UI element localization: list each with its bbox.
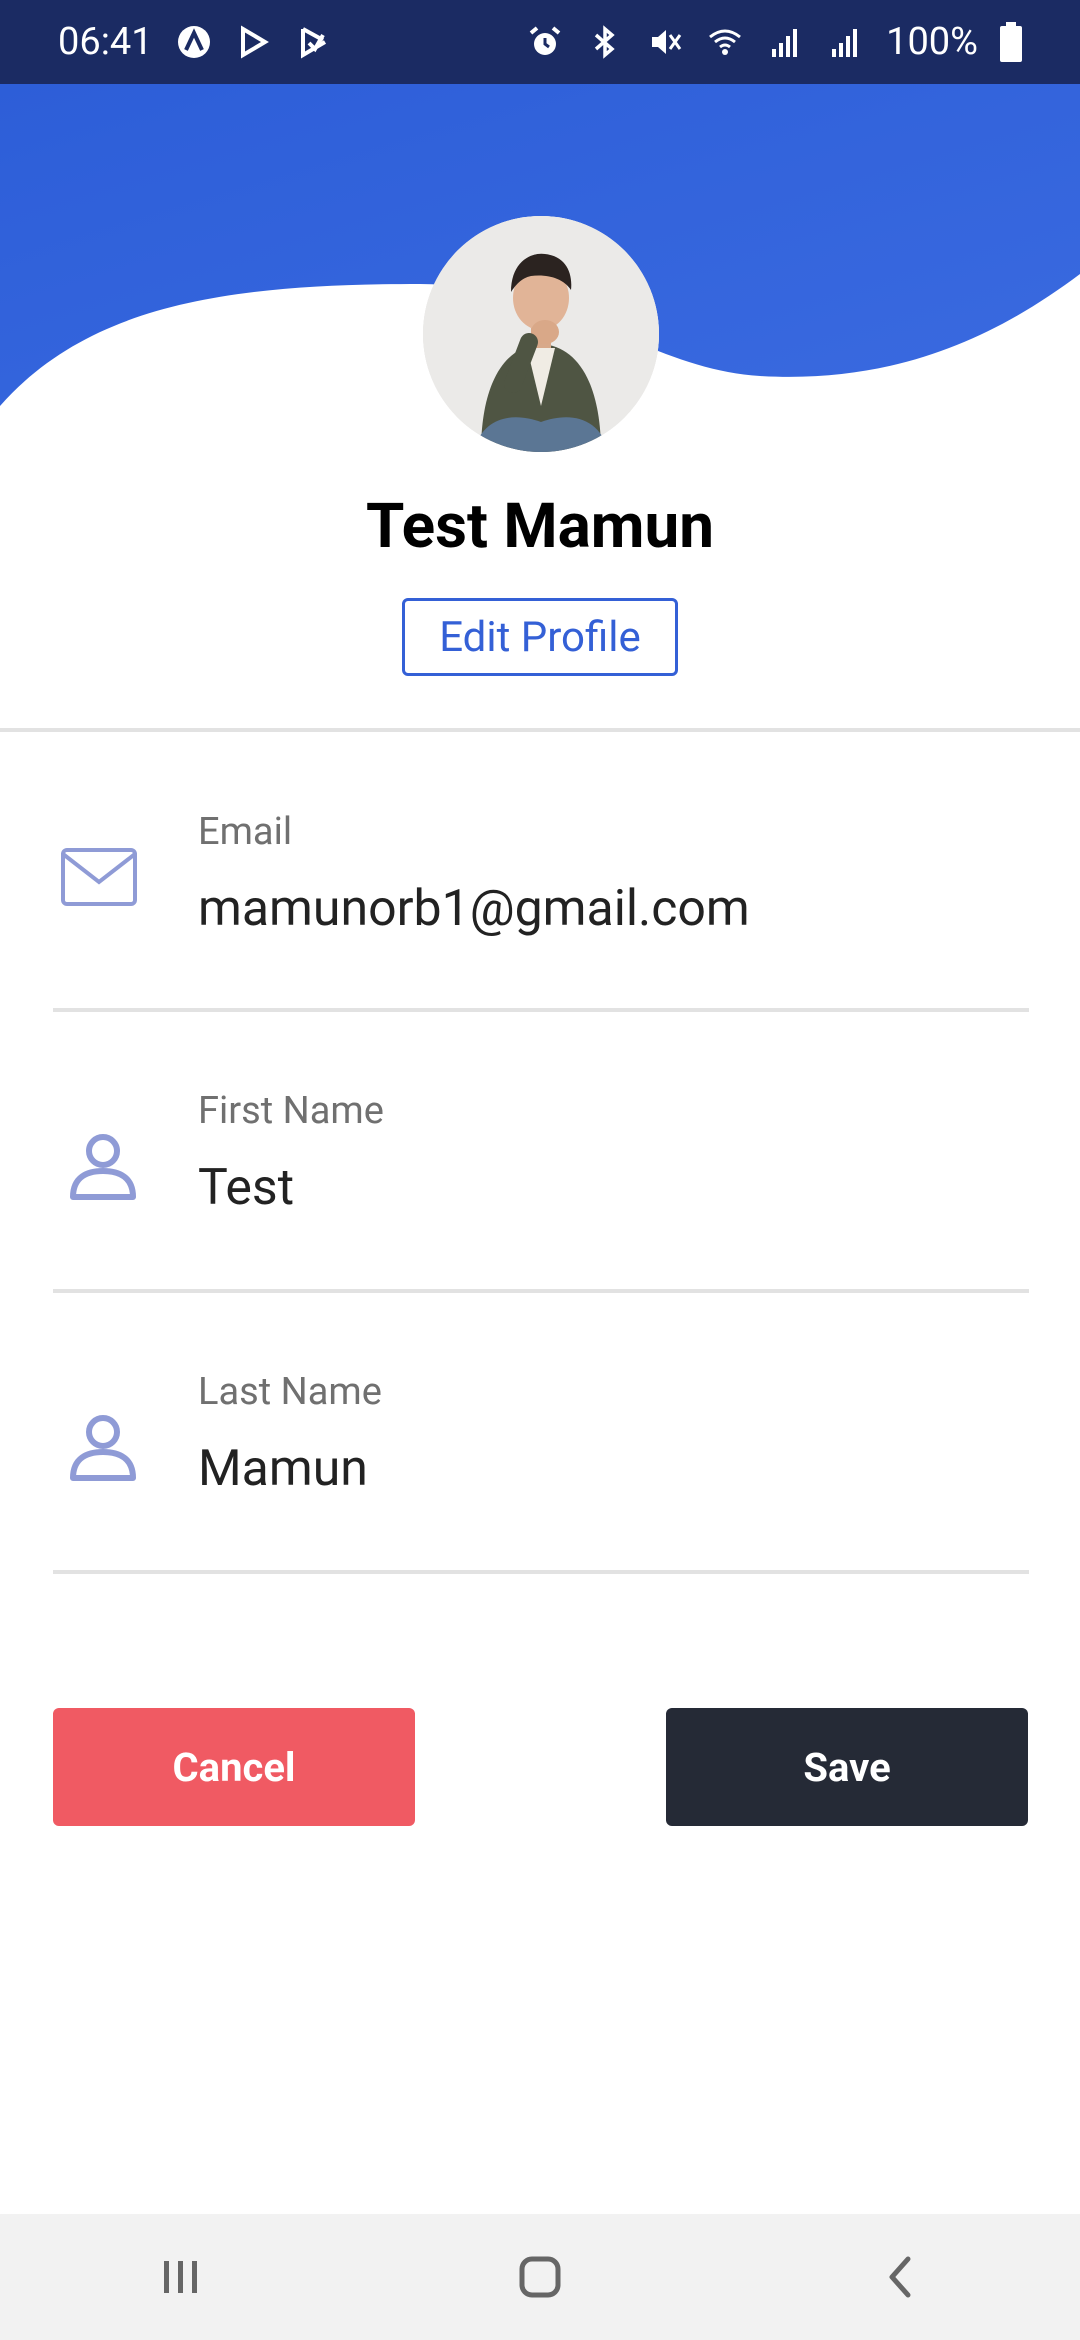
mute-icon bbox=[646, 23, 684, 61]
first-name-row[interactable]: First Name Test bbox=[53, 1051, 1029, 1301]
save-button[interactable]: Save bbox=[666, 1708, 1028, 1826]
field-divider bbox=[53, 1570, 1029, 1574]
home-button[interactable] bbox=[505, 2242, 575, 2312]
last-name-label: Last Name bbox=[198, 1370, 382, 1414]
person-icon bbox=[53, 1394, 153, 1494]
field-divider bbox=[53, 1008, 1029, 1012]
mail-icon bbox=[53, 828, 153, 928]
email-row[interactable]: Email mamunorb1@gmail.com bbox=[53, 770, 1029, 1020]
play-store-icon bbox=[235, 23, 273, 61]
profile-avatar[interactable] bbox=[423, 216, 659, 452]
status-right: 100% bbox=[526, 20, 1022, 64]
recent-apps-button[interactable] bbox=[145, 2242, 215, 2312]
back-button[interactable] bbox=[865, 2242, 935, 2312]
system-nav-bar bbox=[0, 2214, 1080, 2340]
edit-profile-button[interactable]: Edit Profile bbox=[402, 598, 678, 676]
cancel-button[interactable]: Cancel bbox=[53, 1708, 415, 1826]
battery-percent: 100% bbox=[886, 20, 978, 64]
alarm-icon bbox=[526, 23, 564, 61]
status-time: 06:41 bbox=[58, 20, 153, 64]
section-divider bbox=[0, 728, 1080, 732]
profile-name: Test Mamun bbox=[366, 490, 714, 563]
email-label: Email bbox=[198, 810, 293, 854]
battery-icon bbox=[1000, 22, 1022, 62]
last-name-value: Mamun bbox=[198, 1440, 368, 1498]
field-divider bbox=[53, 1289, 1029, 1293]
first-name-label: First Name bbox=[198, 1089, 384, 1133]
first-name-value: Test bbox=[198, 1159, 295, 1217]
arc-app-icon bbox=[175, 23, 213, 61]
last-name-row[interactable]: Last Name Mamun bbox=[53, 1332, 1029, 1582]
signal-icon-2 bbox=[826, 23, 864, 61]
status-left: 06:41 bbox=[58, 20, 333, 64]
email-value: mamunorb1@gmail.com bbox=[198, 880, 750, 938]
signal-icon bbox=[766, 23, 804, 61]
wifi-icon bbox=[706, 23, 744, 61]
play-store-download-icon bbox=[295, 23, 333, 61]
bluetooth-icon bbox=[586, 23, 624, 61]
status-bar: 06:41 100% bbox=[0, 0, 1080, 84]
person-icon bbox=[53, 1113, 153, 1213]
